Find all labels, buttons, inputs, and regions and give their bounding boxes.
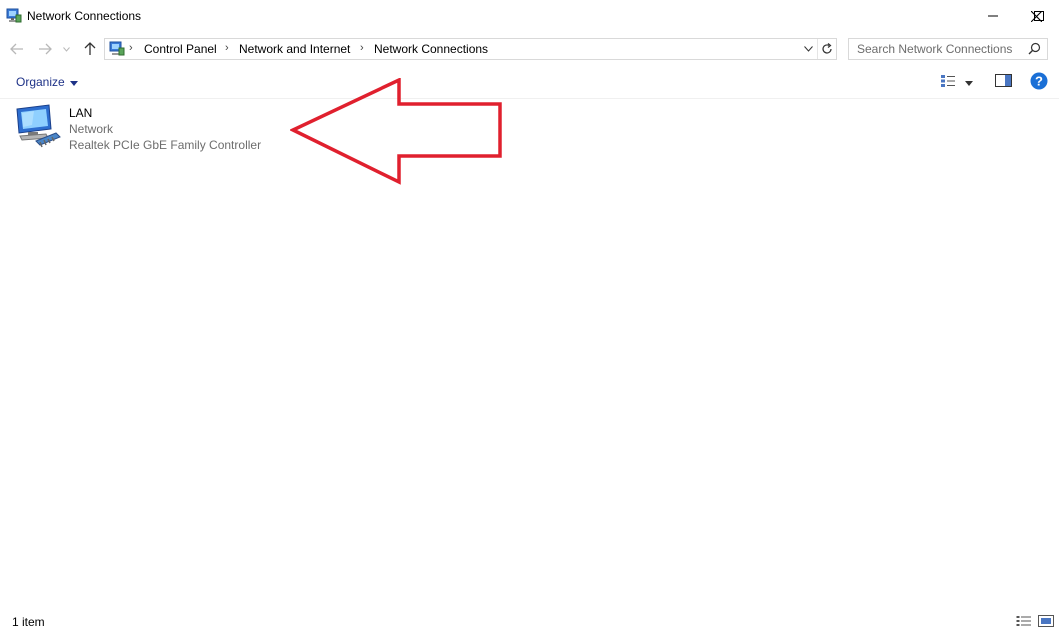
window-title: Network Connections	[27, 9, 142, 23]
connection-status: Network	[69, 122, 114, 136]
breadcrumb-control-panel[interactable]: Control Panel	[144, 42, 217, 56]
view-options-dropdown[interactable]	[962, 71, 976, 93]
chevron-right-icon: ›	[225, 42, 229, 54]
connection-item-lan[interactable]: LAN Network Realtek PCIe GbE Family Cont…	[14, 103, 274, 159]
preview-pane-icon	[994, 74, 1012, 90]
control-panel-icon	[109, 41, 125, 57]
breadcrumb-network-connections[interactable]: Network Connections	[374, 42, 488, 56]
organize-menu-button[interactable]: Organize	[10, 73, 84, 91]
large-icons-view-button[interactable]	[1037, 614, 1055, 630]
change-view-button[interactable]	[938, 71, 958, 93]
connection-device: Realtek PCIe GbE Family Controller	[69, 138, 262, 152]
search-icon[interactable]	[1028, 42, 1041, 58]
address-bar[interactable]: › Control Panel › Network and Internet ›…	[104, 38, 837, 60]
help-button[interactable]: ?	[1028, 71, 1050, 93]
network-connections-icon	[6, 8, 22, 24]
minimize-button[interactable]	[970, 0, 1016, 32]
organize-label: Organize	[16, 75, 65, 89]
address-history-dropdown[interactable]	[800, 39, 816, 59]
search-input[interactable]	[849, 39, 1024, 59]
chevron-down-icon	[965, 75, 973, 89]
preview-pane-button[interactable]	[992, 71, 1014, 93]
close-button[interactable]	[1013, 0, 1059, 32]
breadcrumb-network-and-internet[interactable]: Network and Internet	[239, 42, 350, 56]
back-button[interactable]	[7, 39, 27, 59]
navigation-row: › Control Panel › Network and Internet ›…	[0, 36, 1059, 62]
item-count: 1 item	[12, 615, 45, 629]
chevron-down-icon	[69, 75, 78, 89]
help-icon: ?	[1030, 72, 1048, 93]
search-box[interactable]	[848, 38, 1048, 60]
connection-name: LAN	[69, 106, 93, 120]
network-connections-window: Network Connections › Control Panel › Ne…	[0, 0, 1059, 634]
chevron-right-icon: ›	[129, 42, 133, 54]
details-view-button[interactable]	[1015, 614, 1033, 630]
lan-connection-icon	[14, 103, 64, 153]
recent-locations-dropdown[interactable]	[60, 39, 72, 59]
details-view-icon	[1016, 615, 1032, 630]
up-button[interactable]	[80, 39, 100, 59]
command-bar: Organize ?	[0, 66, 1059, 99]
status-bar: 1 item	[0, 610, 1059, 634]
refresh-button[interactable]	[817, 39, 836, 59]
svg-text:?: ?	[1035, 73, 1043, 88]
annotation-arrow-icon	[288, 77, 504, 189]
forward-button[interactable]	[35, 39, 55, 59]
details-view-icon	[940, 74, 956, 91]
title-bar: Network Connections	[0, 0, 1059, 32]
large-icons-view-icon	[1038, 614, 1054, 630]
chevron-right-icon: ›	[360, 42, 364, 54]
